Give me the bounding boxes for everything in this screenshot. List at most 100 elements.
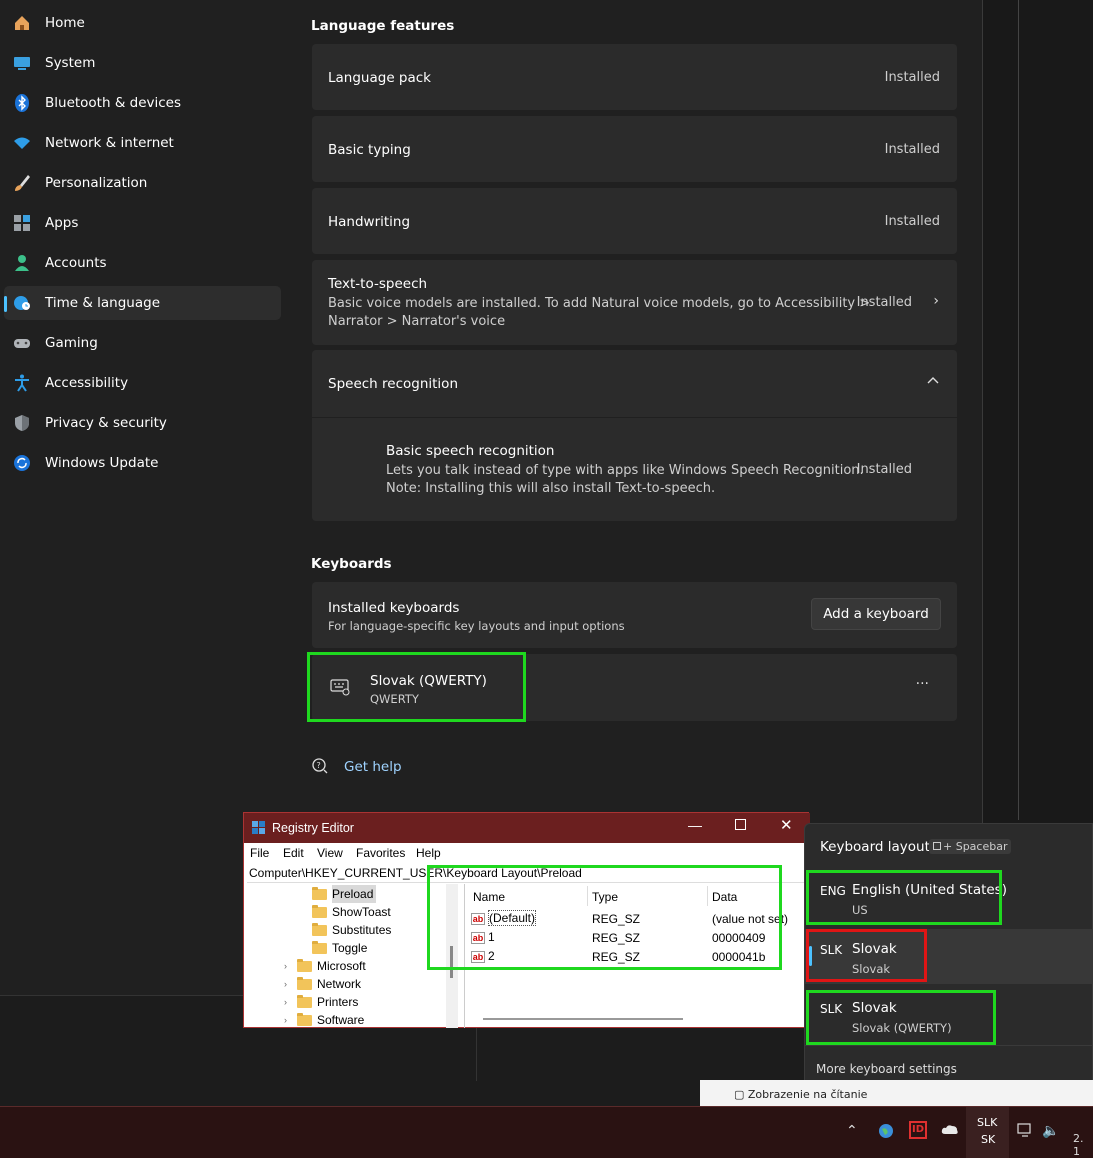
highlight-box [307,652,526,722]
menu-help[interactable]: Help [416,846,441,860]
sidebar-item-bluetooth[interactable]: Bluetooth & devices [4,86,281,120]
folder-icon [312,922,327,936]
chevron-right-icon[interactable]: › [284,975,297,993]
chevron-up-icon[interactable] [927,372,939,388]
chevron-right-icon[interactable]: › [284,1011,297,1028]
sidebar-item-system[interactable]: System [4,46,281,80]
add-keyboard-button[interactable]: Add a keyboard [811,598,941,630]
status-text: Installed [884,70,940,85]
tree-node[interactable]: › Network [284,975,361,993]
menu-favorites[interactable]: Favorites [356,846,405,860]
tree-node[interactable]: › Microsoft [284,957,366,975]
horizontal-scrollbar[interactable] [483,1018,683,1020]
update-icon [12,453,32,473]
minimize-button[interactable]: — [688,817,702,833]
folder-icon [312,940,327,954]
svg-text:?: ? [317,761,321,770]
input-indicator-button[interactable]: SLK SK [966,1107,1009,1158]
folder-icon [297,994,312,1008]
sidebar-item-home[interactable]: Home [4,6,281,40]
get-help-link[interactable]: Get help [344,759,402,775]
globe-clock-icon [12,293,32,313]
text-to-speech-row[interactable]: Text-to-speech Basic voice models are in… [312,260,957,345]
status-text: Installed [884,142,940,157]
shortcut-hint: + Spacebar [929,839,1012,854]
highlight-box [806,990,996,1045]
cloud-icon[interactable] [941,1123,959,1139]
brush-icon [12,173,32,193]
help-icon: ? [311,757,329,779]
flyout-title: Keyboard layout [820,839,930,855]
menu-file[interactable]: File [250,846,269,860]
person-icon [12,253,32,273]
registry-icon [252,821,266,838]
menu-bar: File Edit View Favorites Help [244,843,808,863]
tree-node[interactable]: › Printers [284,993,358,1011]
windows-key-icon [933,842,941,850]
handwriting-row[interactable]: Handwriting Installed [312,188,957,254]
basic-typing-row[interactable]: Basic typing Installed [312,116,957,182]
home-icon [12,13,32,33]
volume-icon[interactable]: 🔈 [1042,1123,1059,1139]
folder-icon [297,958,312,972]
folder-icon [297,1012,312,1026]
tree-node[interactable]: › Software [284,1011,364,1028]
tree-node[interactable]: Toggle [312,939,367,957]
network-icon[interactable] [1017,1123,1033,1141]
sidebar-item-time-language[interactable]: Time & language [4,286,281,320]
section-title-keyboards: Keyboards [311,556,392,572]
reading-view-icon: ▢ [734,1088,748,1101]
chevron-right-icon[interactable]: › [284,957,297,975]
sidebar-item-accounts[interactable]: Accounts [4,246,281,280]
menu-edit[interactable]: Edit [283,846,304,860]
tree-node[interactable]: Substitutes [312,921,391,939]
chevron-right-icon: › [933,293,939,309]
window-title: Registry Editor [272,821,354,835]
installed-keyboards-row: Installed keyboards For language-specifi… [312,582,957,648]
status-text: Installed [856,462,912,477]
chevron-right-icon[interactable]: › [284,993,297,1011]
apps-icon [12,213,32,233]
id-icon[interactable]: ID [909,1121,927,1139]
chevron-up-icon[interactable]: ⌃ [846,1123,858,1139]
more-options-button[interactable]: ··· [916,676,929,692]
sidebar-item-privacy[interactable]: Privacy & security [4,406,281,440]
background-statusbar: ▢ Zobrazenie na čítanie [700,1080,1093,1106]
title-bar[interactable]: Registry Editor — ✕ [244,813,810,843]
clock[interactable]: 2. 1 [1073,1132,1093,1158]
basic-speech-recognition-row: Basic speech recognition Lets you talk i… [312,418,957,521]
bluetooth-icon [12,93,32,113]
taskbar: ⌃ ID SLK SK 🔈 2. 1 [0,1106,1093,1158]
status-text: Installed [884,214,940,229]
maximize-button[interactable] [735,819,746,830]
more-keyboard-settings-link[interactable]: More keyboard settings [816,1062,957,1076]
status-text: Installed [856,295,912,310]
sidebar-item-accessibility[interactable]: Accessibility [4,366,281,400]
speech-recognition-row[interactable]: Speech recognition [312,350,957,417]
divider [1018,0,1019,820]
section-title-language-features: Language features [311,18,455,34]
sidebar-item-network[interactable]: Network & internet [4,126,281,160]
sidebar-item-windows-update[interactable]: Windows Update [4,446,281,480]
folder-icon [297,976,312,990]
sidebar-item-apps[interactable]: Apps [4,206,281,240]
menu-view[interactable]: View [317,846,343,860]
tree-node[interactable]: ShowToast [312,903,391,921]
sidebar-item-gaming[interactable]: Gaming [4,326,281,360]
folder-icon [312,886,327,900]
gamepad-icon [12,333,32,353]
sidebar-item-personalization[interactable]: Personalization [4,166,281,200]
accessibility-icon [12,373,32,393]
highlight-box [427,865,782,970]
folder-icon [312,904,327,918]
divider [805,1045,1093,1046]
reading-view-button[interactable]: ▢ Zobrazenie na čítanie [734,1088,867,1101]
monitor-icon [12,53,32,73]
tree-node[interactable]: Preload [312,885,377,903]
close-button[interactable]: ✕ [780,816,793,834]
highlight-box [806,929,927,982]
language-pack-row[interactable]: Language pack Installed [312,44,957,110]
globe-icon[interactable] [878,1123,894,1143]
shield-icon [12,413,32,433]
highlight-box [806,870,1002,925]
